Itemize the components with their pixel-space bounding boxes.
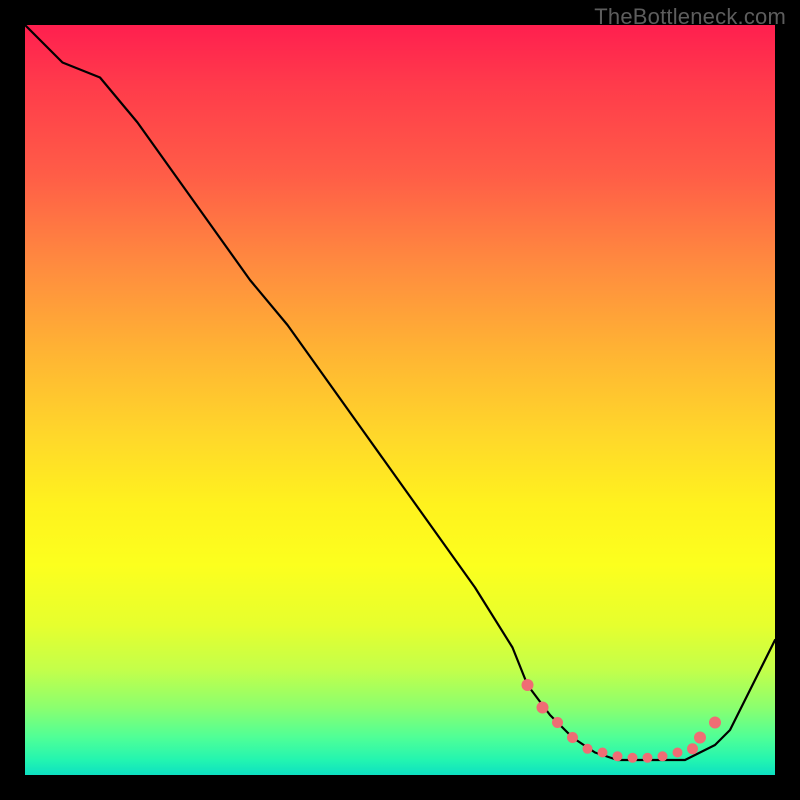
data-marker bbox=[567, 732, 578, 743]
data-marker bbox=[537, 702, 549, 714]
plot-area bbox=[25, 25, 775, 775]
data-markers bbox=[522, 679, 722, 763]
data-marker bbox=[522, 679, 534, 691]
data-marker bbox=[583, 744, 593, 754]
data-marker bbox=[598, 748, 608, 758]
data-marker bbox=[709, 717, 721, 729]
data-marker bbox=[643, 753, 653, 763]
data-marker bbox=[687, 743, 698, 754]
data-marker bbox=[673, 748, 683, 758]
data-marker bbox=[694, 732, 706, 744]
bottleneck-curve bbox=[25, 25, 775, 760]
watermark-text: TheBottleneck.com bbox=[594, 4, 786, 30]
data-marker bbox=[658, 751, 668, 761]
data-marker bbox=[613, 751, 623, 761]
curve-svg bbox=[25, 25, 775, 775]
data-marker bbox=[628, 753, 638, 763]
data-marker bbox=[552, 717, 563, 728]
chart-stage: TheBottleneck.com bbox=[0, 0, 800, 800]
